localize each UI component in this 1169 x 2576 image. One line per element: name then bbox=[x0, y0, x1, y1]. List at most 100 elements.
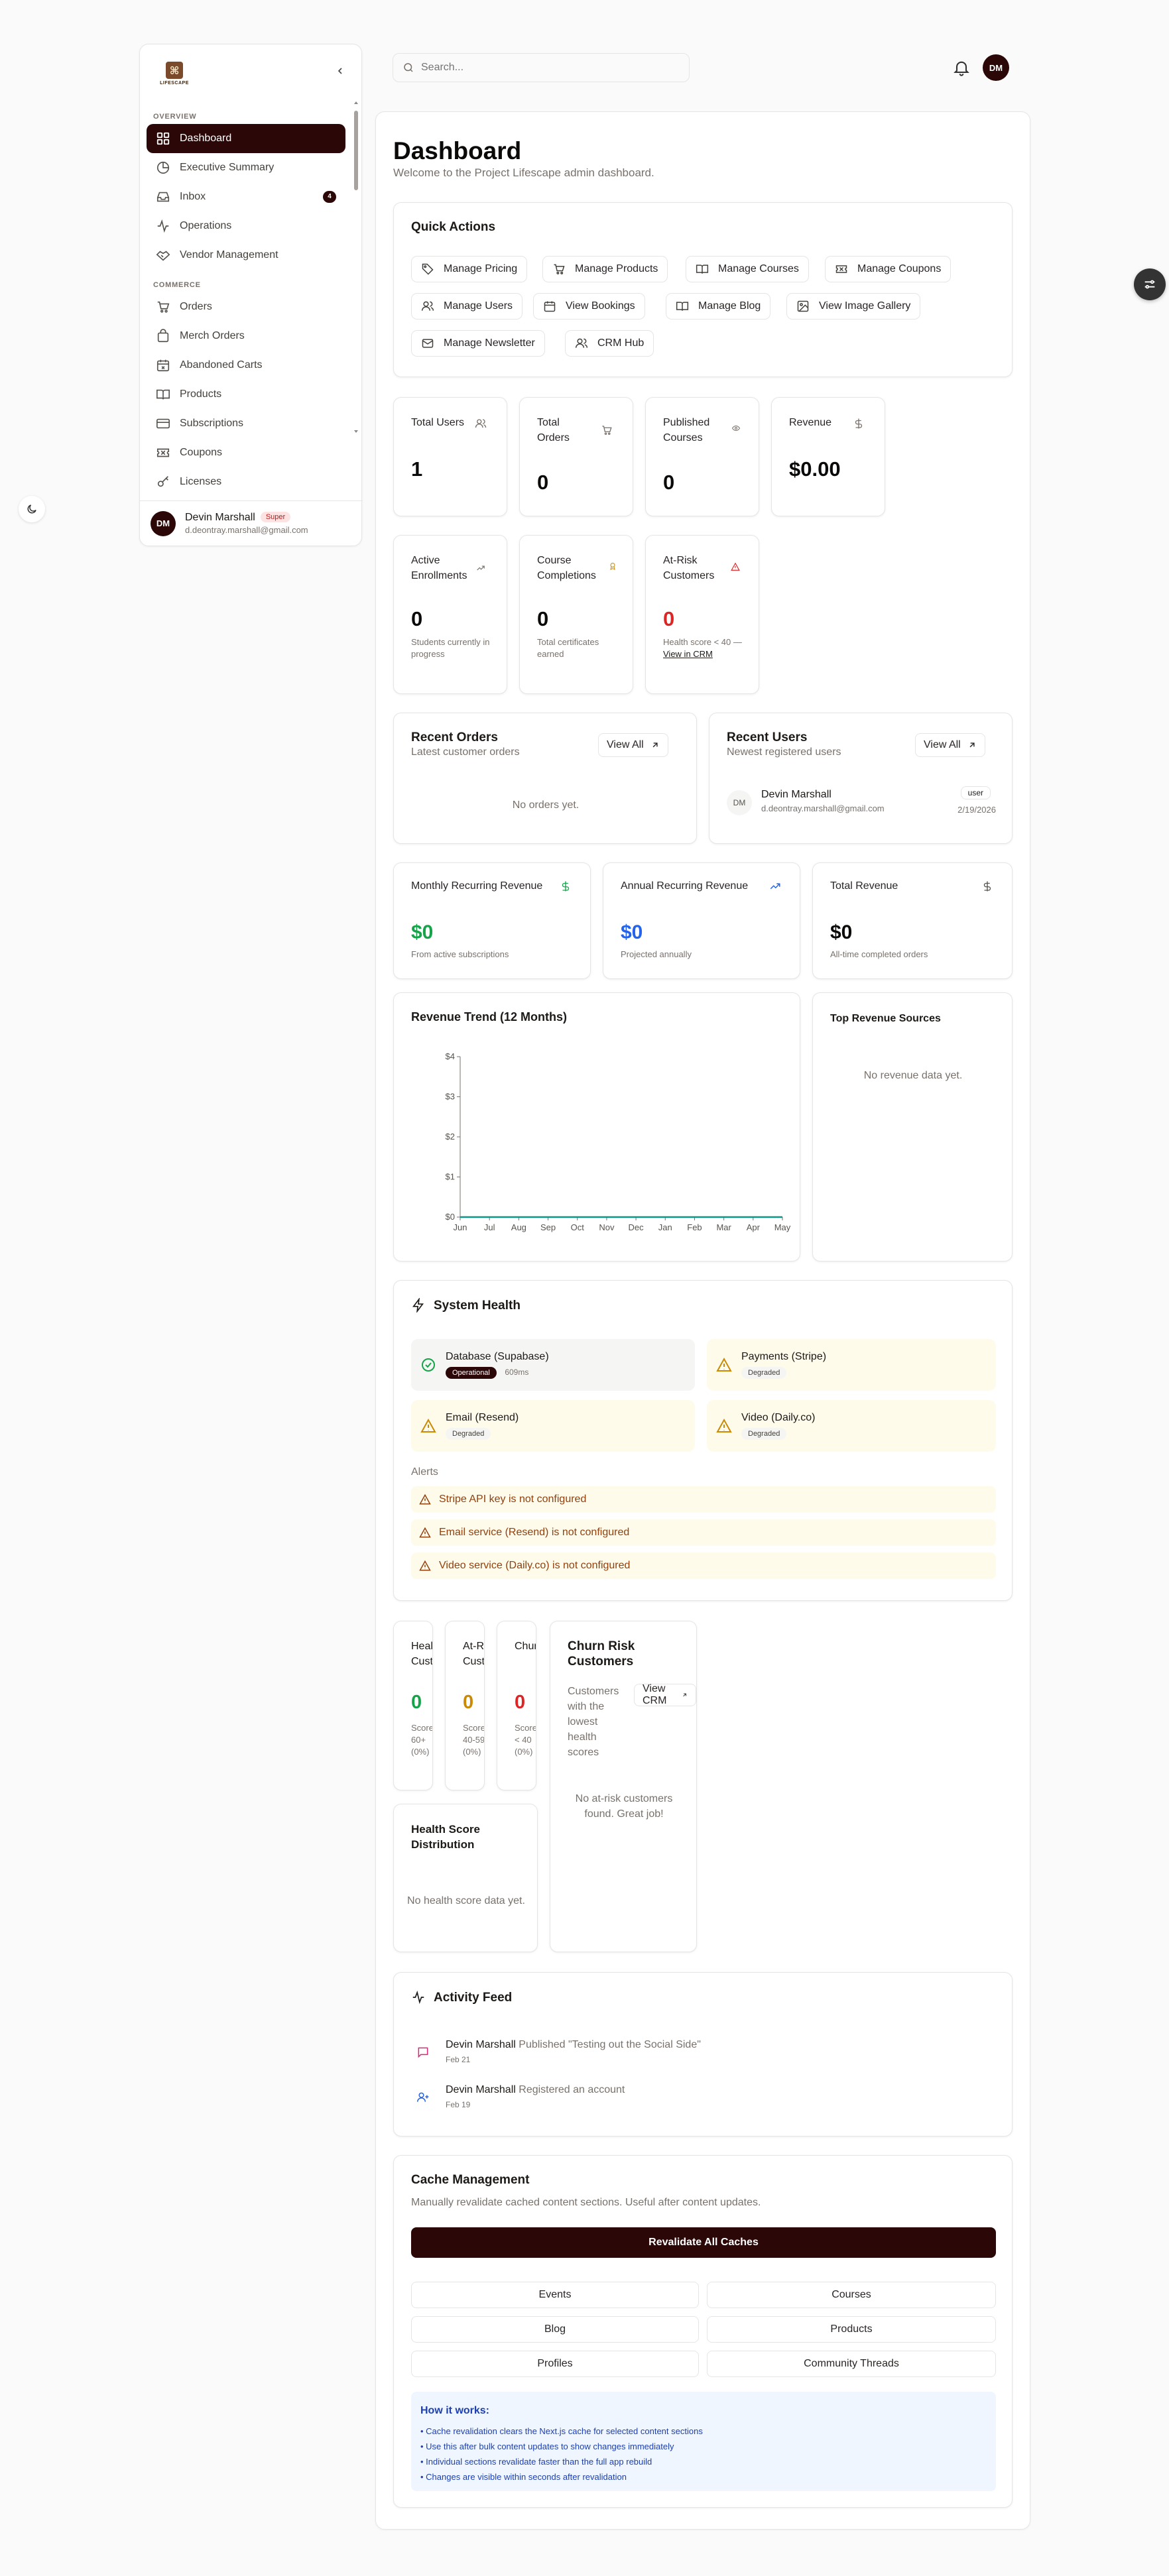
revalidate-blog-button[interactable]: Blog bbox=[411, 2316, 699, 2343]
card-label: Health Custo bbox=[411, 1641, 433, 1667]
sidebar-item-coupons[interactable]: Coupons bbox=[147, 438, 345, 467]
manage-users-button[interactable]: Manage Users bbox=[411, 293, 523, 320]
sidebar-item-licenses[interactable]: Licenses bbox=[147, 467, 345, 497]
stat-value: 1 bbox=[411, 457, 423, 481]
stat-label: Published Courses bbox=[663, 417, 710, 443]
search-input[interactable] bbox=[421, 62, 673, 74]
sidebar-item-label: Merch Orders bbox=[180, 330, 245, 341]
notifications-button[interactable] bbox=[952, 58, 971, 77]
service-video: Video (Daily.co) Degraded bbox=[707, 1400, 996, 1452]
revalidate-courses-button[interactable]: Courses bbox=[707, 2282, 996, 2308]
manage-newsletter-button[interactable]: Manage Newsletter bbox=[411, 330, 545, 357]
calendar-x-icon bbox=[156, 358, 170, 373]
collapse-sidebar-button[interactable] bbox=[330, 60, 351, 82]
book-open-icon bbox=[676, 300, 689, 313]
list-item: Devin Marshall Published "Testing out th… bbox=[411, 2038, 995, 2071]
app-logo[interactable]: ⌘ LIFESCAPE bbox=[154, 54, 194, 93]
check-circle-icon bbox=[420, 1357, 436, 1373]
card-label: Total Revenue bbox=[830, 880, 898, 892]
card-value: 0 bbox=[463, 1692, 474, 1713]
stat-label: Total Users bbox=[411, 417, 465, 428]
y-tick-label: $4 bbox=[446, 1051, 455, 1061]
users-icon bbox=[475, 418, 487, 430]
sidebar-item-inbox[interactable]: Inbox 4 bbox=[147, 182, 345, 211]
status-badge: Degraded bbox=[741, 1428, 787, 1440]
manage-pricing-button[interactable]: Manage Pricing bbox=[411, 256, 528, 282]
sidebar-item-products[interactable]: Products bbox=[147, 380, 345, 409]
service-name: Video (Daily.co) bbox=[741, 1412, 816, 1423]
scrollbar-thumb[interactable] bbox=[354, 111, 358, 190]
eye-icon bbox=[732, 424, 740, 432]
card-title: Activity Feed bbox=[434, 1991, 513, 2005]
view-all-users-button[interactable]: View All bbox=[915, 733, 985, 757]
sidebar-item-dashboard[interactable]: Dashboard bbox=[147, 124, 345, 153]
stat-value: 0 bbox=[411, 607, 423, 630]
trending-up-icon bbox=[769, 880, 781, 892]
quick-actions-card: Quick Actions Manage Pricing Manage Prod… bbox=[393, 202, 1013, 377]
stat-card-revenue: Revenue $0.00 bbox=[771, 397, 885, 516]
activity-date: Feb 21 bbox=[446, 2055, 471, 2064]
message-icon bbox=[416, 2046, 430, 2059]
moon-icon bbox=[27, 504, 36, 514]
calendar-icon bbox=[543, 300, 556, 313]
header-avatar[interactable]: DM bbox=[983, 54, 1009, 81]
manage-blog-button[interactable]: Manage Blog bbox=[666, 293, 771, 320]
card-title: Quick Actions bbox=[411, 220, 496, 234]
button-label: Manage Newsletter bbox=[444, 337, 535, 349]
nav-section-title: OVERVIEW bbox=[153, 113, 197, 121]
card-label: Monthly Recurring Revenue bbox=[411, 880, 543, 892]
alert-text: Video service (Daily.co) is not configur… bbox=[439, 1560, 631, 1571]
button-label: View Image Gallery bbox=[819, 300, 911, 312]
crm-hub-button[interactable]: CRM Hub bbox=[565, 330, 654, 357]
view-crm-button[interactable]: View CRM bbox=[634, 1683, 696, 1706]
sidebar-item-vendor-management[interactable]: Vendor Management bbox=[147, 241, 345, 270]
alert-triangle-icon bbox=[419, 1560, 431, 1572]
button-label: Manage Users bbox=[444, 300, 513, 312]
page-subtitle: Welcome to the Project Lifescape admin d… bbox=[393, 166, 654, 179]
revalidate-all-button[interactable]: Revalidate All Caches bbox=[411, 2227, 996, 2258]
sidebar-item-abandoned-carts[interactable]: Abandoned Carts bbox=[147, 351, 345, 380]
service-database: Database (Supabase) Operational 609ms bbox=[411, 1339, 695, 1391]
alert-item: Video service (Daily.co) is not configur… bbox=[411, 1552, 996, 1579]
sidebar-item-operations[interactable]: Operations bbox=[147, 211, 345, 241]
sidebar-item-label: Subscriptions bbox=[180, 418, 244, 429]
cache-management-card: Cache Management Manually revalidate cac… bbox=[393, 2155, 1013, 2508]
revalidate-community-threads-button[interactable]: Community Threads bbox=[707, 2351, 996, 2377]
x-tick-label: Dec bbox=[629, 1222, 645, 1232]
dollar-icon bbox=[853, 418, 865, 430]
sidebar-scrollbar[interactable] bbox=[353, 100, 359, 535]
stat-note: Health score < 40 — View in CRM bbox=[663, 636, 743, 660]
view-image-gallery-button[interactable]: View Image Gallery bbox=[786, 293, 921, 320]
handshake-icon bbox=[156, 248, 170, 263]
sidebar-item-label: Operations bbox=[180, 220, 232, 231]
page-title: Dashboard bbox=[393, 137, 522, 164]
sidebar-user[interactable]: DM Devin Marshall Super d.deontray.marsha… bbox=[140, 500, 363, 546]
stat-card-active-enrollments: Active Enrollments 0 Students currently … bbox=[393, 535, 507, 694]
revalidate-profiles-button[interactable]: Profiles bbox=[411, 2351, 699, 2377]
view-in-crm-link[interactable]: View in CRM bbox=[663, 649, 713, 659]
view-all-orders-button[interactable]: View All bbox=[598, 733, 668, 757]
list-item[interactable]: DM Devin Marshall d.deontray.marshall@gm… bbox=[727, 784, 996, 823]
sidebar-item-merch-orders[interactable]: Merch Orders bbox=[147, 322, 345, 351]
activity-user: Devin Marshall bbox=[446, 2039, 516, 2050]
theme-toggle-button[interactable] bbox=[19, 496, 45, 522]
manage-coupons-button[interactable]: Manage Coupons bbox=[825, 256, 952, 282]
y-tick-label: $1 bbox=[446, 1172, 455, 1182]
manage-courses-button[interactable]: Manage Courses bbox=[686, 256, 809, 282]
sidebar-item-subscriptions[interactable]: Subscriptions bbox=[147, 409, 345, 438]
users-icon bbox=[421, 300, 434, 313]
revalidate-events-button[interactable]: Events bbox=[411, 2282, 699, 2308]
system-health-card: System Health Database (Supabase) Operat… bbox=[393, 1280, 1013, 1601]
search-bar[interactable] bbox=[393, 53, 690, 82]
manage-products-button[interactable]: Manage Products bbox=[542, 256, 668, 282]
settings-panel-toggle[interactable] bbox=[1134, 268, 1166, 300]
role-badge: user bbox=[960, 786, 991, 799]
card-title: Top Revenue Sources bbox=[830, 1013, 941, 1024]
sidebar-item-orders[interactable]: Orders bbox=[147, 292, 345, 322]
revalidate-products-button[interactable]: Products bbox=[707, 2316, 996, 2343]
view-bookings-button[interactable]: View Bookings bbox=[533, 293, 645, 320]
card-note: All-time completed orders bbox=[830, 949, 928, 959]
alert-triangle-icon bbox=[420, 1418, 436, 1434]
book-icon bbox=[696, 263, 709, 276]
sidebar-item-executive-summary[interactable]: Executive Summary bbox=[147, 153, 345, 182]
